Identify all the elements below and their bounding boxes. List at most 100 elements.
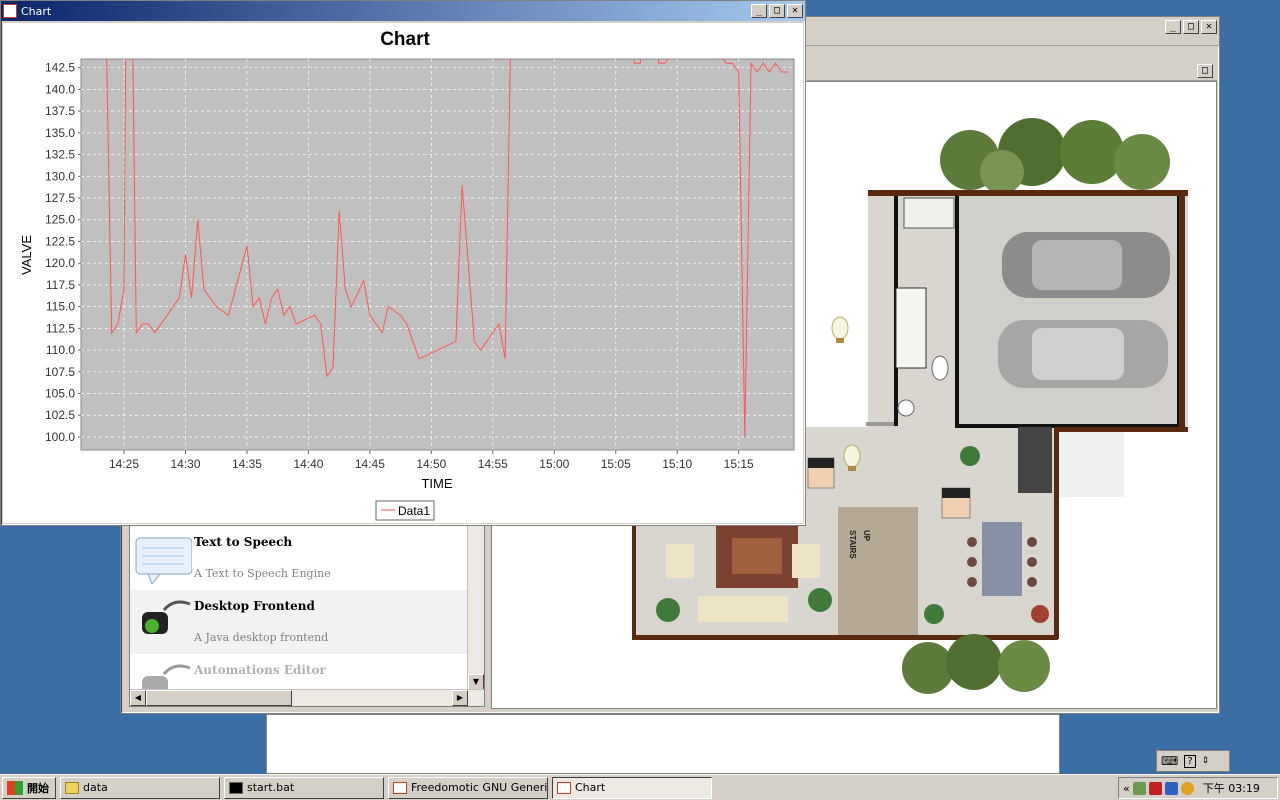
plugin-list-vertical-scrollbar[interactable]: ▼ xyxy=(467,526,484,690)
maximize-button[interactable]: □ xyxy=(769,4,785,18)
chart-panel[interactable]: Chart 100.0 102.5 105.0 107.5 110.0 112.5 115.… xyxy=(3,23,803,523)
plugin-item-text-to-speech[interactable]: Text to Speech A Text to Speech Engine xyxy=(130,526,468,590)
minimize-button[interactable]: _ xyxy=(751,4,767,18)
y-tick-label: 100.0 xyxy=(45,430,75,444)
scroll-left-arrow-icon[interactable]: ◀ xyxy=(130,690,146,706)
chart-title: Chart xyxy=(380,29,430,50)
speech-bubble-icon xyxy=(135,537,192,584)
y-tick-label: 115.0 xyxy=(46,300,75,314)
taskbar-item-chart[interactable]: Chart xyxy=(552,776,712,799)
x-tick-label: 14:45 xyxy=(355,457,385,471)
task-label: data xyxy=(83,781,108,794)
y-tick-label: 132.5 xyxy=(45,148,75,162)
task-label: start.bat xyxy=(247,781,295,794)
task-label: Chart xyxy=(575,781,606,794)
taskbar: 開始 data start.bat Freedomotic GNU Generi… xyxy=(0,774,1280,800)
stairs-label: STAIRS xyxy=(848,530,857,559)
java-icon xyxy=(3,4,17,18)
x-axis: 14:25 14:30 14:35 14:40 14:45 14:50 14:55 15:00… xyxy=(109,450,754,471)
trees-bottom-icon xyxy=(902,634,1050,694)
plug-icon xyxy=(142,600,191,634)
x-tick-label: 15:05 xyxy=(601,457,631,471)
environment-frame-titlebar[interactable]: □ xyxy=(807,61,1217,81)
taskbar-item-start-bat[interactable]: start.bat xyxy=(224,776,384,799)
y-tick-label: 110.0 xyxy=(46,343,75,357)
x-tick-label: 14:35 xyxy=(232,457,262,471)
y-tick-label: 135.0 xyxy=(45,126,75,140)
x-tick-label: 14:25 xyxy=(109,457,139,471)
shield-icon[interactable] xyxy=(1148,781,1162,795)
scroll-right-arrow-icon[interactable]: ▶ xyxy=(452,690,468,706)
scroll-down-arrow-icon[interactable]: ▼ xyxy=(468,674,484,690)
environment-maximize-button[interactable]: □ xyxy=(1197,64,1213,78)
task-label: Freedomotic GNU Generi... xyxy=(411,781,548,794)
chart-window-controls: _ □ ✕ xyxy=(751,4,803,18)
close-button[interactable]: ✕ xyxy=(787,4,803,18)
plugin-list[interactable]: Text to Speech A Text to Speech Engine D… xyxy=(129,525,485,707)
y-tick-label: 130.0 xyxy=(45,169,75,183)
x-tick-label: 14:40 xyxy=(293,457,323,471)
keyboard-icon[interactable]: ⌨ xyxy=(1161,754,1178,768)
plugin-name: Text to Speech xyxy=(194,535,293,549)
java-icon xyxy=(393,781,407,794)
y-tick-label: 137.5 xyxy=(45,104,75,118)
chart-window-titlebar[interactable]: Chart _ □ ✕ xyxy=(1,1,805,21)
line-chart: Chart 100.0 102.5 105.0 107.5 110.0 112.5 115.… xyxy=(19,29,795,521)
plant-icon xyxy=(924,604,944,624)
x-tick-label: 15:00 xyxy=(539,457,569,471)
plugin-description: A Text to Speech Engine xyxy=(194,567,331,580)
legend: Data1 xyxy=(375,500,435,521)
plugin-item-desktop-frontend[interactable]: Desktop Frontend A Java desktop frontend xyxy=(130,590,468,654)
y-tick-label: 105.0 xyxy=(45,387,75,401)
network-icon[interactable] xyxy=(1132,781,1146,795)
y-tick-label: 142.5 xyxy=(45,61,75,75)
maximize-button[interactable]: □ xyxy=(1183,20,1199,34)
console-icon xyxy=(229,781,243,794)
minimize-button[interactable]: _ xyxy=(1165,20,1181,34)
x-tick-label: 14:30 xyxy=(170,457,200,471)
y-tick-label: 127.5 xyxy=(45,191,75,205)
y-tick-label: 117.5 xyxy=(46,278,75,292)
clock: 下午 03:19 xyxy=(1202,782,1260,795)
taskbar-item-freedomotic[interactable]: Freedomotic GNU Generi... xyxy=(388,776,548,799)
taskbar-item-data[interactable]: data xyxy=(60,776,220,799)
y-tick-label: 140.0 xyxy=(45,82,75,96)
plugin-description: A Java desktop frontend xyxy=(194,631,329,644)
java-icon xyxy=(557,781,571,794)
y-tick-label: 125.0 xyxy=(45,213,75,227)
network-disconnected-icon[interactable] xyxy=(1164,781,1178,795)
x-tick-label: 15:15 xyxy=(724,457,754,471)
legend-label: Data1 xyxy=(398,504,430,518)
help-icon[interactable]: ? xyxy=(1184,754,1196,768)
car-top-icon xyxy=(1002,232,1170,298)
y-tick-label: 107.5 xyxy=(45,365,75,379)
x-tick-label: 15:10 xyxy=(662,457,692,471)
x-tick-label: 14:55 xyxy=(478,457,508,471)
scroll-thumb[interactable] xyxy=(146,690,292,706)
volume-icon[interactable] xyxy=(1180,781,1194,795)
plant-icon xyxy=(960,446,980,466)
y-axis: 100.0 102.5 105.0 107.5 110.0 112.5 115.0 117.5… xyxy=(45,61,81,444)
chart-window: Chart _ □ ✕ Chart 100.0 102.5 105.0 107.5 11… xyxy=(0,0,806,526)
start-button[interactable]: 開始 xyxy=(2,776,56,799)
user-avatar-icon xyxy=(807,457,835,489)
car-bottom-icon xyxy=(998,320,1168,388)
y-tick-label: 122.5 xyxy=(45,234,75,248)
y-axis-label: VALVE xyxy=(19,235,34,275)
start-label: 開始 xyxy=(27,781,49,795)
bottom-panel xyxy=(266,714,1060,774)
system-tray: « 下午 03:19 xyxy=(1118,777,1278,799)
plugin-list-horizontal-scrollbar[interactable]: ◀ ▶ xyxy=(130,689,484,706)
close-button[interactable]: ✕ xyxy=(1201,20,1217,34)
language-toolbar[interactable]: ⌨ ? ⇕ xyxy=(1156,750,1230,772)
x-tick-label: 14:50 xyxy=(416,457,446,471)
tray-expand-icon[interactable]: « xyxy=(1123,782,1130,795)
main-window-controls: _ □ ✕ xyxy=(1165,20,1217,34)
windows-logo-icon xyxy=(7,780,23,795)
window-title: Chart xyxy=(21,4,52,18)
folder-icon xyxy=(65,781,79,794)
plot-area xyxy=(80,58,795,451)
options-icon[interactable]: ⇕ xyxy=(1202,756,1210,766)
user-avatar-icon xyxy=(941,487,971,519)
plugin-name: Desktop Frontend xyxy=(194,599,315,613)
